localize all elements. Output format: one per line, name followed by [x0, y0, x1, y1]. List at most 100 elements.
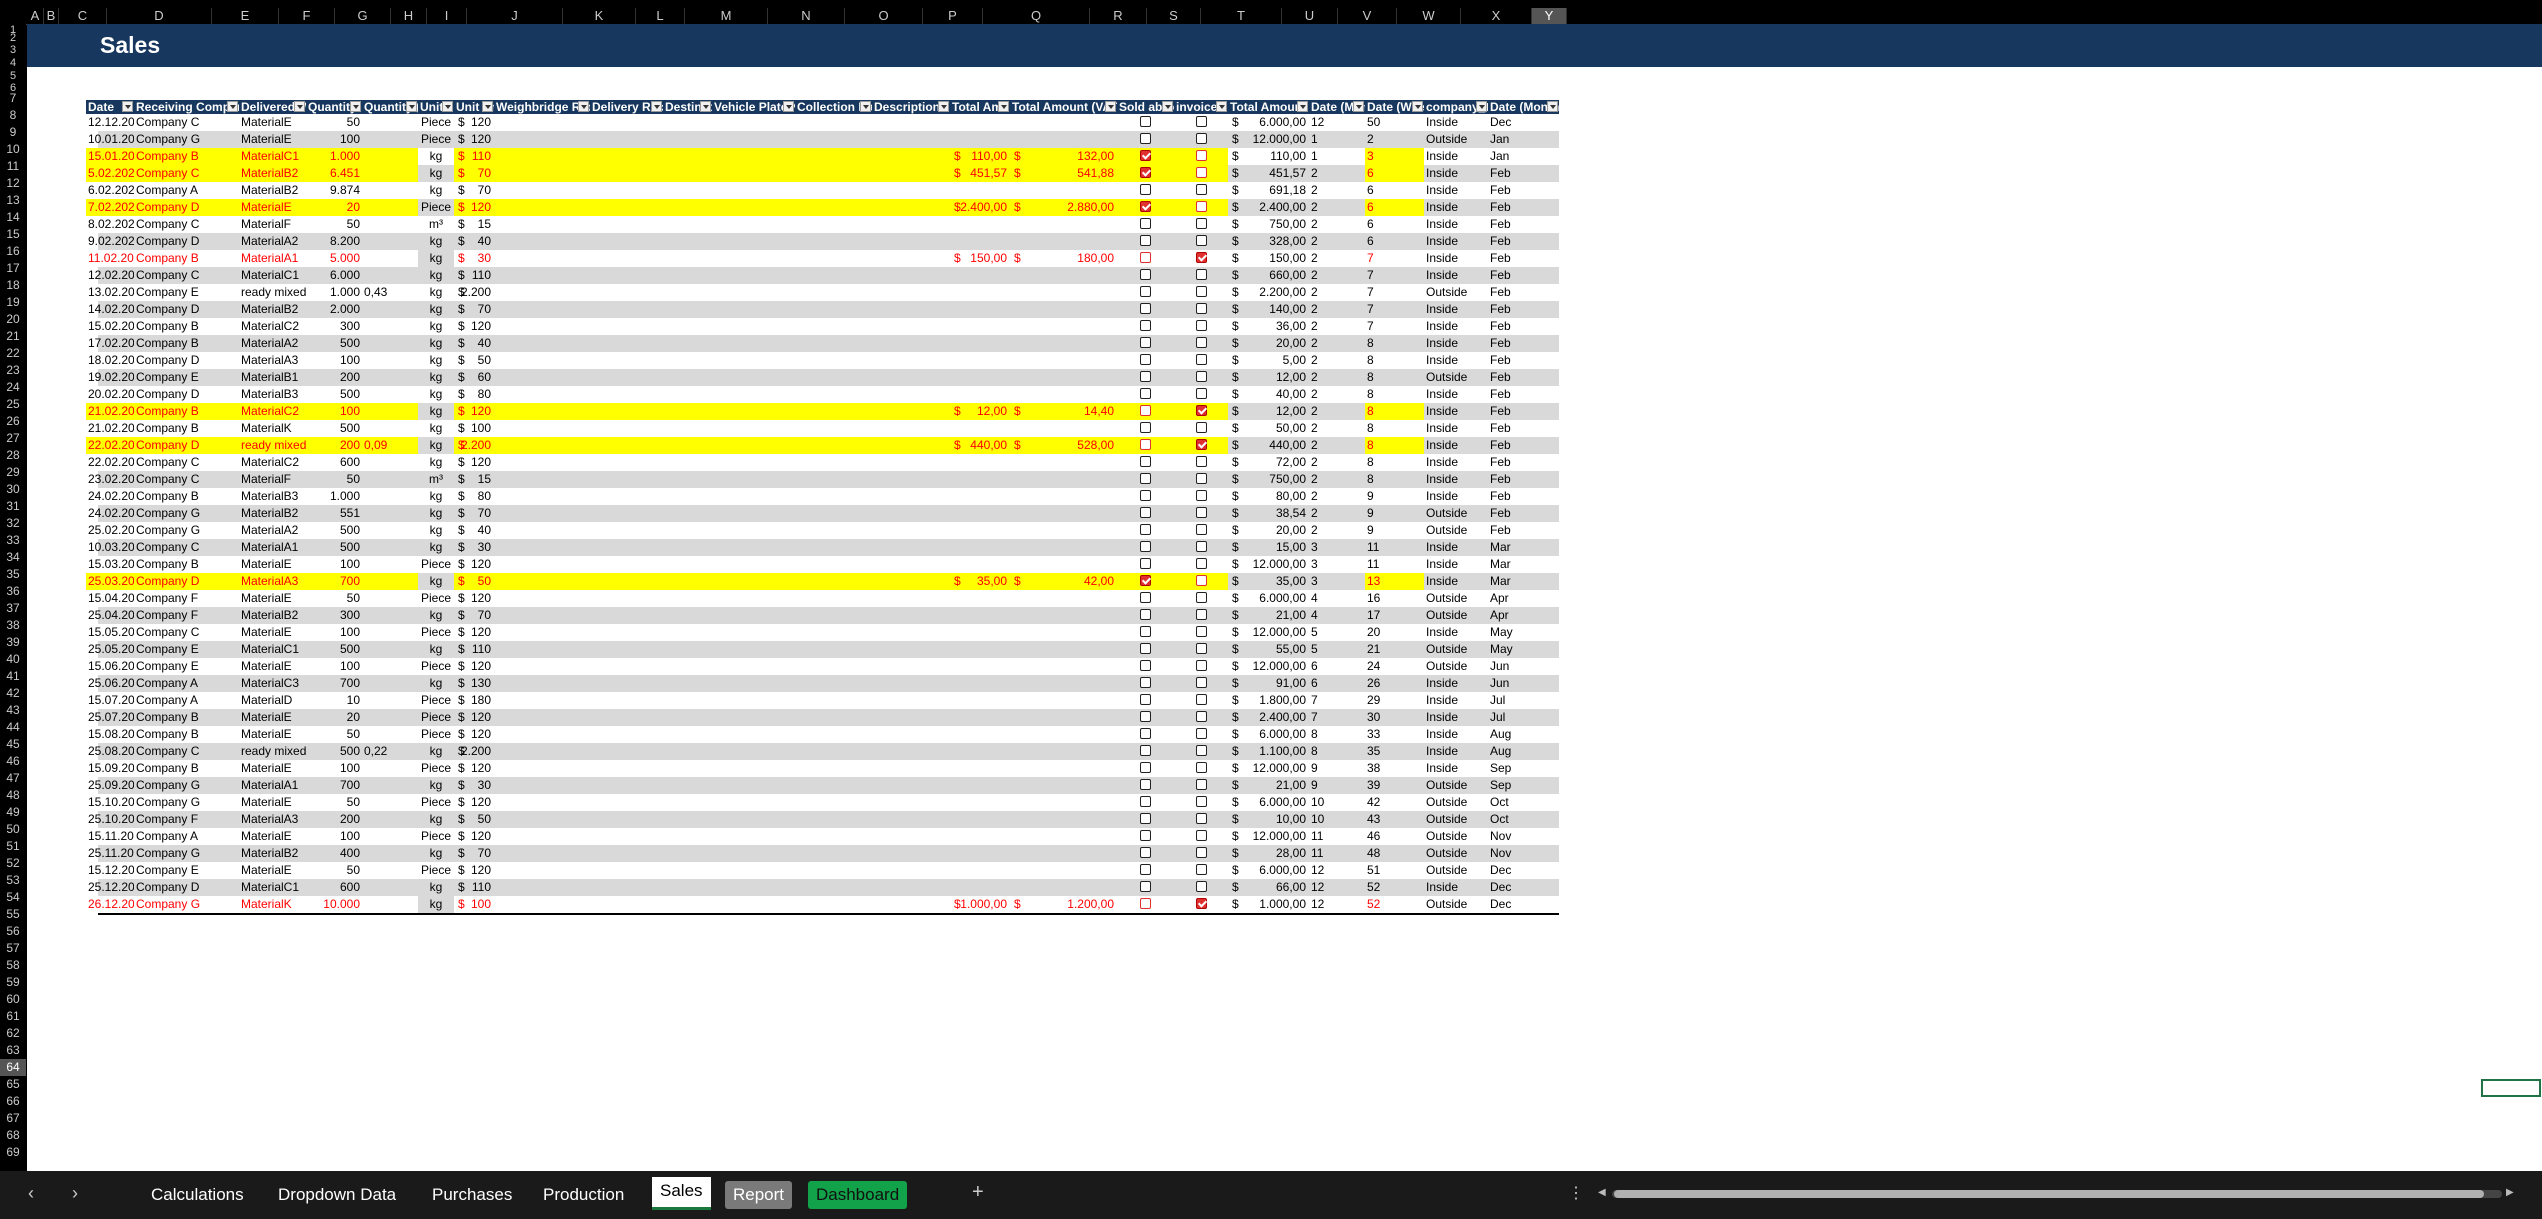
- cell-week[interactable]: 7: [1365, 267, 1424, 284]
- cell-sold-abroad[interactable]: [1117, 692, 1174, 709]
- cell-company-type[interactable]: Inside: [1424, 692, 1488, 709]
- cell-unit[interactable]: kg: [418, 250, 454, 267]
- cell-company-type[interactable]: Inside: [1424, 454, 1488, 471]
- cell-invoiced[interactable]: [1174, 148, 1228, 165]
- cell-unit[interactable]: kg: [418, 284, 454, 301]
- checkbox[interactable]: [1195, 371, 1207, 383]
- cell-company[interactable]: Company E: [134, 369, 239, 386]
- checkbox[interactable]: [1195, 490, 1207, 502]
- cell-month[interactable]: 11: [1309, 845, 1365, 862]
- cell-company[interactable]: Company D: [134, 386, 239, 403]
- cell-company[interactable]: Company G: [134, 794, 239, 811]
- column-header-q[interactable]: Q: [983, 8, 1090, 24]
- cell-material[interactable]: MaterialK: [239, 420, 306, 437]
- cell-company[interactable]: Company B: [134, 403, 239, 420]
- cell-vat[interactable]: [1010, 556, 1117, 573]
- checkbox[interactable]: [1195, 541, 1207, 553]
- cell-quantity-m3[interactable]: [362, 352, 418, 369]
- cell-unit-price[interactable]: $50: [454, 573, 494, 590]
- cell-vat[interactable]: [1010, 420, 1117, 437]
- cell-company[interactable]: Company E: [134, 284, 239, 301]
- cell-empty[interactable]: [795, 403, 872, 420]
- cell-unit[interactable]: Piece: [418, 692, 454, 709]
- cell-total[interactable]: [950, 658, 1010, 675]
- cell-quantity-m3[interactable]: [362, 760, 418, 777]
- cell-total[interactable]: [950, 862, 1010, 879]
- cell-quantity[interactable]: 50: [306, 794, 362, 811]
- cell-total[interactable]: [950, 522, 1010, 539]
- row-header-22[interactable]: 22: [0, 345, 26, 362]
- cell-unit[interactable]: Piece: [418, 590, 454, 607]
- cell-month[interactable]: 6: [1309, 658, 1365, 675]
- checkbox[interactable]: [1140, 405, 1151, 417]
- cell-unit[interactable]: kg: [418, 233, 454, 250]
- cell-empty[interactable]: [663, 403, 712, 420]
- cell-month-text[interactable]: Feb: [1488, 352, 1559, 369]
- cell-quantity-m3[interactable]: [362, 692, 418, 709]
- sheet-tab-report[interactable]: Report: [725, 1181, 793, 1209]
- cell-month[interactable]: 3: [1309, 573, 1365, 590]
- cell-week[interactable]: 33: [1365, 726, 1424, 743]
- cell-unit[interactable]: m³: [418, 216, 454, 233]
- cell-material[interactable]: MaterialA2: [239, 522, 306, 539]
- cell-empty[interactable]: [590, 148, 663, 165]
- cell-total[interactable]: [950, 386, 1010, 403]
- column-header-h[interactable]: H: [391, 8, 427, 24]
- cell-month-text[interactable]: Oct: [1488, 794, 1559, 811]
- cell-date[interactable]: 25.06.2025: [86, 675, 134, 692]
- cell-unit-price[interactable]: $80: [454, 488, 494, 505]
- cell-vat[interactable]: [1010, 828, 1117, 845]
- cell-total-visible[interactable]: $66,00: [1228, 879, 1309, 896]
- cell-vat[interactable]: $528,00: [1010, 437, 1117, 454]
- checkbox[interactable]: [1140, 507, 1151, 519]
- cell-week[interactable]: 13: [1365, 573, 1424, 590]
- cell-week[interactable]: 24: [1365, 658, 1424, 675]
- cell-date[interactable]: 15.09.2025: [86, 760, 134, 777]
- cell-sold-abroad[interactable]: [1117, 862, 1174, 879]
- filter-dropdown-icon[interactable]: [578, 101, 589, 112]
- cell-vat[interactable]: [1010, 794, 1117, 811]
- filter-dropdown-icon[interactable]: [998, 101, 1009, 112]
- filter-dropdown-icon[interactable]: [1547, 101, 1558, 112]
- cell-company-type[interactable]: Inside: [1424, 250, 1488, 267]
- cell-total-visible[interactable]: $91,00: [1228, 675, 1309, 692]
- row-header-4[interactable]: 4: [0, 57, 26, 69]
- cell-unit-price[interactable]: $70: [454, 301, 494, 318]
- row-header-36[interactable]: 36: [0, 583, 26, 600]
- cell-total-visible[interactable]: $440,00: [1228, 437, 1309, 454]
- cell-vat[interactable]: $2.880,00: [1010, 199, 1117, 216]
- cell-total[interactable]: [950, 267, 1010, 284]
- cell-total-visible[interactable]: $12.000,00: [1228, 828, 1309, 845]
- cell-unit-price[interactable]: $110: [454, 148, 494, 165]
- cell-company-type[interactable]: Inside: [1424, 165, 1488, 182]
- checkbox[interactable]: [1140, 133, 1151, 145]
- cell-empty[interactable]: [712, 403, 795, 420]
- cell-week[interactable]: 11: [1365, 556, 1424, 573]
- cell-material[interactable]: MaterialC3: [239, 675, 306, 692]
- cell-total[interactable]: $2.400,00: [950, 199, 1010, 216]
- checkbox[interactable]: [1140, 745, 1151, 757]
- cell-sold-abroad[interactable]: [1117, 403, 1174, 420]
- cell-week[interactable]: 9: [1365, 488, 1424, 505]
- cell-quantity-m3[interactable]: [362, 590, 418, 607]
- cell-total[interactable]: [950, 828, 1010, 845]
- cell-vat[interactable]: [1010, 335, 1117, 352]
- cell-total[interactable]: [950, 607, 1010, 624]
- sheet-grid[interactable]: Sales DateReceiving Company / PersonDeli…: [27, 24, 2542, 1171]
- checkbox[interactable]: [1140, 677, 1151, 689]
- cell-material[interactable]: MaterialA1: [239, 539, 306, 556]
- cell-quantity-m3[interactable]: [362, 420, 418, 437]
- cell-month[interactable]: 2: [1309, 267, 1365, 284]
- checkbox[interactable]: [1195, 575, 1207, 587]
- cell-empty[interactable]: [663, 437, 712, 454]
- cell-unit-price[interactable]: $70: [454, 505, 494, 522]
- cell-quantity-m3[interactable]: [362, 267, 418, 284]
- cell-quantity[interactable]: 50: [306, 216, 362, 233]
- cell-quantity-m3[interactable]: [362, 301, 418, 318]
- cell-quantity[interactable]: 700: [306, 573, 362, 590]
- cell-invoiced[interactable]: [1174, 641, 1228, 658]
- filter-dropdown-icon[interactable]: [1162, 101, 1173, 112]
- checkbox[interactable]: [1140, 286, 1151, 298]
- row-header-58[interactable]: 58: [0, 957, 26, 974]
- cell-empty[interactable]: [872, 148, 950, 165]
